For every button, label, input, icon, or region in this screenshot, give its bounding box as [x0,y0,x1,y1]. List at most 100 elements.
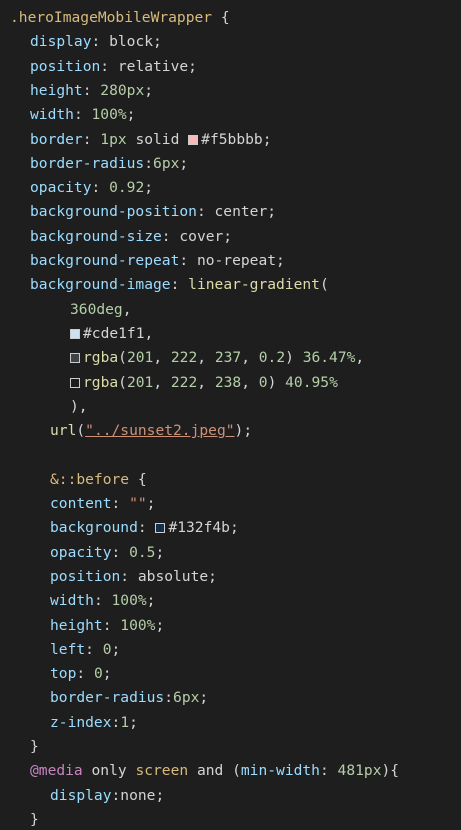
color-swatch[interactable] [70,353,80,364]
code-token: rgba [83,373,119,391]
code-line: height: 280px; [30,81,153,101]
code-token: opacity [50,543,112,561]
code-line: opacity: 0.92; [30,178,153,198]
code-token: display [50,786,112,804]
code-token: ; [144,81,154,99]
code-token: opacity [30,179,92,197]
code-line: ), [70,397,88,417]
code-token: : [102,616,121,634]
code-token: , [355,349,365,367]
code-line: position: absolute; [50,567,217,587]
code-token: width [50,592,94,610]
code-token: : [164,689,174,707]
code-token: : [111,543,130,561]
code-token: ; [126,106,136,124]
code-token: border-radius [30,154,145,172]
code-line: rgba(201, 222, 237, 0.2) 36.47%, [70,348,364,368]
code-token: ( [232,762,241,780]
code-token: ; [199,689,209,707]
color-swatch[interactable] [155,523,166,534]
code-line: background-image: linear-gradient( [30,275,329,295]
code-token: ; [229,519,239,537]
code-line: top: 0; [50,664,112,684]
code-token: ; [262,130,272,148]
code-token: background-image [30,276,171,294]
code-token: , [153,349,171,367]
color-swatch[interactable] [70,377,80,388]
code-token: and [188,762,233,780]
code-token: border [30,130,83,148]
code-token: position [50,567,121,585]
code-line: background: #132f4b; [50,518,239,538]
code-token: 238 [214,373,242,391]
code-token: : no-repeat; [179,252,285,269]
color-swatch[interactable] [188,134,199,145]
code-token: ; [146,495,156,512]
code-token: left [50,640,86,658]
code-line: &::before { [50,470,147,490]
code-line: } [30,810,39,830]
code-token: 0.5 [129,543,156,561]
code-token: #f5bbbb [201,130,263,148]
code-line: left: 0; [50,640,120,660]
code-token: 100% [91,106,127,124]
code-token: { [129,470,147,488]
code-token: screen [135,762,189,780]
code-line: z-index:1; [50,713,138,733]
code-token: ); [234,422,253,440]
code-token: 0.2 [258,349,286,367]
code-token: z-index [50,713,112,731]
code-token: 0 [258,373,268,391]
code-token: 6px [173,689,200,707]
code-line: border: 1px solid #f5bbbb; [30,130,271,150]
code-token: linear-gradient [188,276,320,294]
code-line: width: 100%; [50,591,155,611]
code-token: "../sunset2.jpeg" [85,422,235,440]
code-token: ){ [381,762,400,780]
code-token: : center; [196,203,277,221]
code-token: content [50,495,112,512]
code-token: 40.95% [285,373,338,391]
code-line: display:none; [50,786,164,806]
color-swatch[interactable] [70,328,80,339]
code-token: , [153,373,171,391]
code-token: : [319,762,338,780]
code-token: 237 [214,349,242,367]
code-token: 1 [120,713,130,731]
code-token: :none; [111,786,165,804]
code-token: , [144,324,154,342]
code-token: 222 [170,373,198,391]
code-token: only [82,762,136,780]
code-token: : [82,130,101,148]
code-line: @media only screen and (min-width: 481px… [30,761,399,781]
code-token: 280px [100,81,145,99]
code-token: , [197,373,215,391]
code-token: 481px [337,762,382,780]
code-token: ) [267,373,286,391]
code-line: #cde1f1, [70,324,153,344]
code-token: { [212,9,230,26]
code-line: height: 100%; [50,616,164,636]
code-token: : block; [91,33,162,51]
code-line: position: relative; [30,57,197,77]
code-token: background [50,519,138,537]
code-token: &::before [50,470,130,488]
code-token: height [50,616,103,634]
code-token: ; [144,179,154,197]
code-token: #cde1f1 [83,324,145,342]
code-token: : [82,81,101,99]
code-token: , [241,349,259,367]
code-token: 201 [126,349,154,367]
code-token: ( [319,276,329,294]
code-token: : [91,179,110,197]
code-token: 1px [100,130,127,148]
code-token: : absolute; [120,567,217,585]
code-token: #132f4b [168,519,230,537]
code-editor[interactable]: .heroImageMobileWrapper {display: block;… [0,0,461,829]
code-token: ( [118,373,127,391]
code-token: ; [111,640,121,658]
code-token: width [30,106,74,124]
code-token: , [122,300,132,318]
code-token: ; [155,616,165,634]
code-token: @media [30,762,83,780]
